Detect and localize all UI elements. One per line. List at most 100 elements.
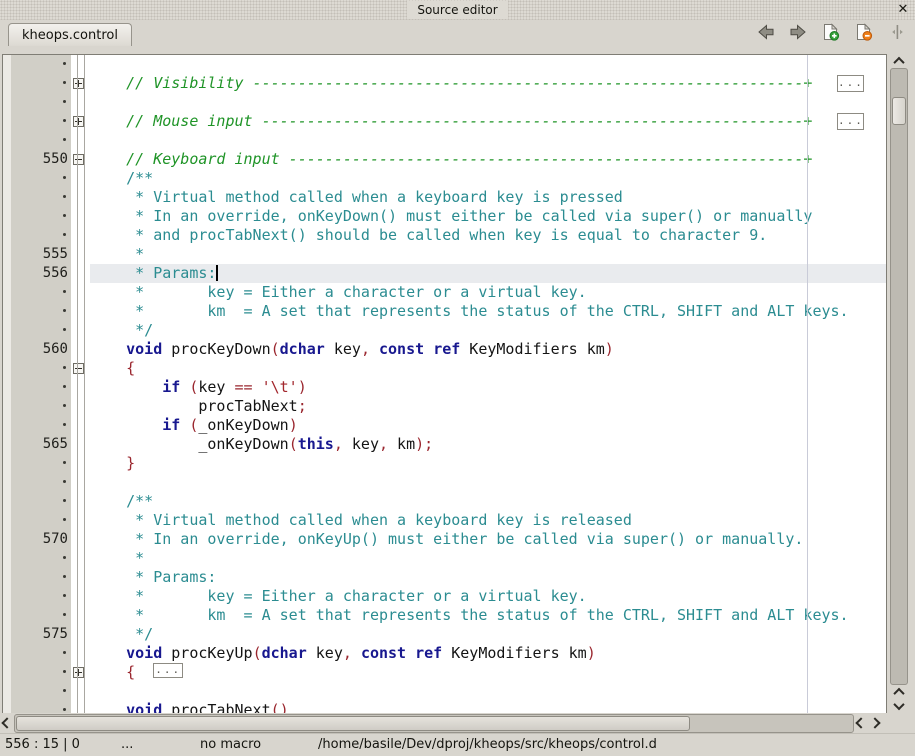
vertical-scroll-track[interactable] [890, 68, 908, 685]
code-cell[interactable]: procTabNext; [90, 397, 886, 416]
code-line[interactable]: // Mouse input -------------------------… [3, 112, 886, 131]
code-line[interactable]: * key = Either a character or a virtual … [3, 587, 886, 606]
code-cell[interactable] [90, 93, 886, 112]
code-cell[interactable]: */ [90, 625, 886, 644]
code-cell[interactable]: */ [90, 321, 886, 340]
code-cell[interactable]: void procTabNext() [90, 701, 886, 713]
scroll-right-button[interactable] [868, 714, 882, 733]
code-line[interactable]: * km = A set that represents the status … [3, 606, 886, 625]
code-line[interactable]: // Visibility --------------------------… [3, 74, 886, 93]
code-line[interactable] [3, 131, 886, 150]
code-cell[interactable]: * Params: [90, 264, 886, 283]
code-line[interactable]: * Params: [3, 568, 886, 587]
code-cell[interactable]: * In an override, onKeyUp() must either … [90, 530, 886, 549]
code-line[interactable]: * [3, 549, 886, 568]
code-line[interactable]: void procTabNext() [3, 701, 886, 713]
code-cell[interactable]: // Mouse input -------------------------… [90, 112, 886, 131]
code-line[interactable]: procTabNext; [3, 397, 886, 416]
fold-expand-toggle[interactable] [73, 116, 84, 127]
code-cell[interactable]: * and procTabNext() should be called whe… [90, 226, 886, 245]
code-cell[interactable]: * key = Either a character or a virtual … [90, 587, 886, 606]
code-line[interactable] [3, 93, 886, 112]
code-cell[interactable]: * Params: [90, 568, 886, 587]
fold-expand-toggle[interactable] [73, 667, 84, 678]
code-cell[interactable]: // Visibility --------------------------… [90, 74, 886, 93]
close-window-button[interactable]: ✕ [895, 1, 911, 17]
code-line[interactable]: * and procTabNext() should be called whe… [3, 226, 886, 245]
previous-location-button[interactable] [755, 25, 775, 43]
code-cell[interactable]: void procKeyUp(dchar key, const ref KeyM… [90, 644, 886, 663]
code-line[interactable]: /** [3, 169, 886, 188]
code-line[interactable]: } [3, 454, 886, 473]
new-document-button[interactable] [821, 25, 841, 43]
code-line[interactable] [3, 55, 886, 74]
code-line[interactable]: * key = Either a character or a virtual … [3, 283, 886, 302]
code-line[interactable]: * Virtual method called when a keyboard … [3, 511, 886, 530]
code-cell[interactable]: * [90, 549, 886, 568]
code-cell[interactable]: * km = A set that represents the status … [90, 302, 886, 321]
code-cell[interactable]: if (key == '\t') [90, 378, 886, 397]
scroll-up-button[interactable] [890, 54, 908, 68]
code-line[interactable]: 565 _onKeyDown(this, key, km); [3, 435, 886, 454]
code-cell[interactable]: * km = A set that represents the status … [90, 606, 886, 625]
horizontal-scroll-thumb[interactable] [16, 716, 690, 731]
split-view-button[interactable] [887, 25, 907, 43]
code-line[interactable]: * km = A set that represents the status … [3, 302, 886, 321]
code-cell[interactable] [90, 473, 886, 492]
code-line[interactable]: if (key == '\t') [3, 378, 886, 397]
scroll-up-button-secondary[interactable] [890, 685, 908, 699]
code-line[interactable]: void procKeyUp(dchar key, const ref KeyM… [3, 644, 886, 663]
code-cell[interactable]: * In an override, onKeyDown() must eithe… [90, 207, 886, 226]
code-cell[interactable] [90, 131, 886, 150]
collapsed-fold-box[interactable]: ... [837, 75, 864, 92]
code-line[interactable]: {... [3, 663, 886, 682]
close-document-button[interactable] [854, 25, 874, 43]
code-cell[interactable]: * Virtual method called when a keyboard … [90, 511, 886, 530]
fold-collapse-toggle[interactable] [73, 363, 84, 374]
code-cell[interactable]: } [90, 454, 886, 473]
code-text: // Mouse input -------------------------… [90, 112, 812, 130]
code-cell[interactable]: {... [90, 663, 886, 682]
scroll-left-button[interactable] [0, 714, 14, 733]
scroll-left-button-secondary[interactable] [854, 714, 868, 733]
code-cell[interactable]: * [90, 245, 886, 264]
code-line[interactable] [3, 682, 886, 701]
collapsed-fold-box[interactable]: ... [153, 663, 183, 678]
code-cell[interactable]: /** [90, 169, 886, 188]
editor-frame[interactable]: // Visibility --------------------------… [2, 54, 887, 713]
scroll-down-button[interactable] [890, 699, 908, 713]
code-line[interactable]: /** [3, 492, 886, 511]
code-line[interactable]: if (_onKeyDown) [3, 416, 886, 435]
code-line[interactable]: 575 */ [3, 625, 886, 644]
code-cell[interactable]: if (_onKeyDown) [90, 416, 886, 435]
next-location-button[interactable] [788, 25, 808, 43]
vertical-scroll-thumb[interactable] [892, 97, 906, 125]
horizontal-scrollbar[interactable] [0, 713, 915, 733]
code-cell[interactable]: { [90, 359, 886, 378]
collapsed-fold-box[interactable]: ... [837, 113, 864, 130]
code-cell[interactable] [90, 682, 886, 701]
code-line[interactable] [3, 473, 886, 492]
code-line[interactable]: 570 * In an override, onKeyUp() must eit… [3, 530, 886, 549]
code-line[interactable]: 556 * Params: [3, 264, 886, 283]
code-line[interactable]: 555 * [3, 245, 886, 264]
tab-kheops-control[interactable]: kheops.control [8, 23, 132, 46]
code-cell[interactable] [90, 55, 886, 74]
code-cell[interactable]: /** [90, 492, 886, 511]
code-line[interactable]: { [3, 359, 886, 378]
fold-collapse-toggle[interactable] [73, 154, 84, 165]
code-line[interactable]: */ [3, 321, 886, 340]
code-cell[interactable]: * key = Either a character or a virtual … [90, 283, 886, 302]
code-line[interactable]: 560 void procKeyDown(dchar key, const re… [3, 340, 886, 359]
code-line[interactable]: * Virtual method called when a keyboard … [3, 188, 886, 207]
vertical-scrollbar[interactable] [890, 54, 908, 713]
code-cell[interactable]: // Keyboard input ----------------------… [90, 150, 886, 169]
code-cell[interactable]: void procKeyDown(dchar key, const ref Ke… [90, 340, 886, 359]
horizontal-scroll-track[interactable] [14, 714, 854, 733]
fold-expand-toggle[interactable] [73, 78, 84, 89]
code-cell[interactable]: * Virtual method called when a keyboard … [90, 188, 886, 207]
code-line[interactable]: * In an override, onKeyDown() must eithe… [3, 207, 886, 226]
code-line[interactable]: 550 // Keyboard input ------------------… [3, 150, 886, 169]
code-cell[interactable]: _onKeyDown(this, key, km); [90, 435, 886, 454]
title-bar[interactable]: Source editor ✕ [0, 0, 915, 20]
